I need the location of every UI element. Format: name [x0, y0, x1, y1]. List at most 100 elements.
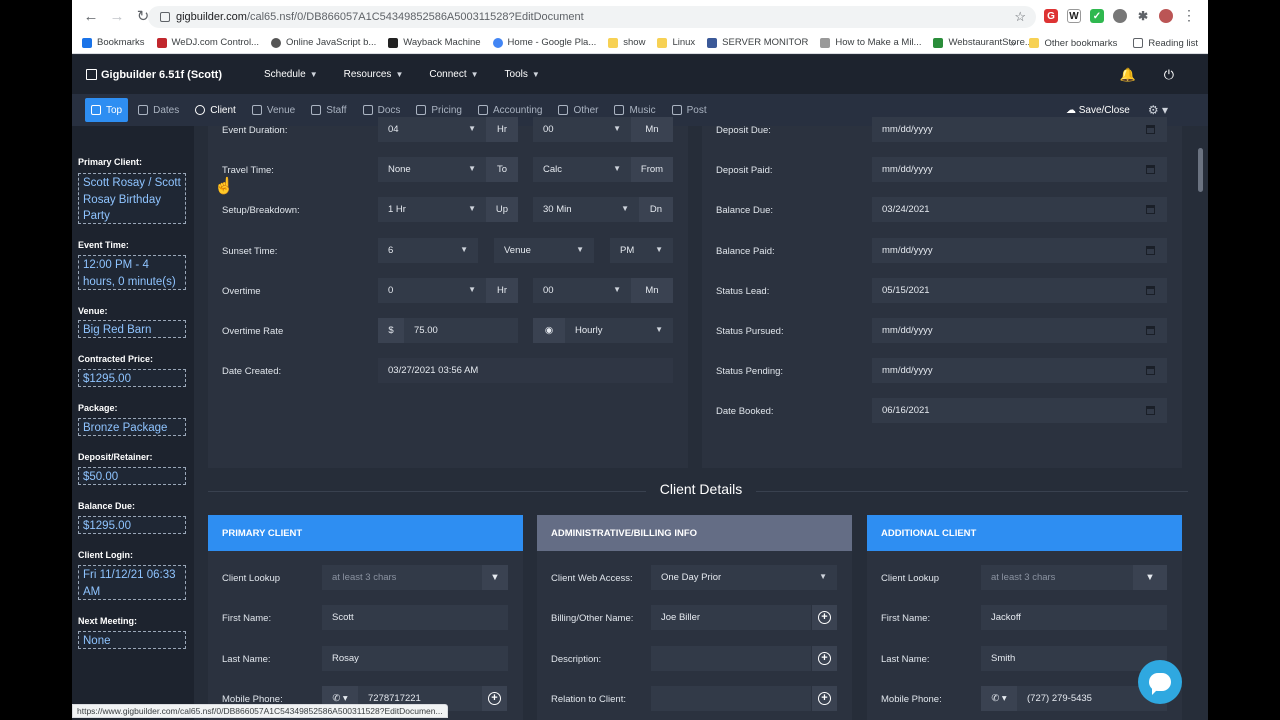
bookmark-folder[interactable]: show: [608, 37, 645, 48]
setup-dn-select[interactable]: 30 Min ▼: [533, 197, 639, 222]
chevron-down-icon[interactable]: ▼: [482, 565, 508, 590]
overtime-hours-select[interactable]: 0 ▼: [378, 278, 486, 303]
balance-due-label: Balance Due:: [78, 501, 136, 511]
scrollbar-thumb[interactable]: [1198, 148, 1203, 192]
bookmark-item[interactable]: Wayback Machine: [388, 37, 481, 48]
bookmark-item[interactable]: How to Make a Mil...: [820, 37, 921, 48]
reading-list-button[interactable]: Reading list: [1133, 38, 1198, 49]
bookmark-star-icon[interactable]: ☆: [1014, 9, 1026, 25]
deposit-due-input[interactable]: mm/dd/yyyy: [872, 117, 1167, 142]
save-close-button[interactable]: ☁ Save/Close: [1066, 105, 1130, 116]
primary-client-value[interactable]: Scott Rosay / Scott Rosay Birthday Party: [78, 173, 186, 224]
menu-schedule[interactable]: Schedule ▼: [264, 69, 318, 80]
web-access-select[interactable]: One Day Prior ▼: [651, 565, 837, 590]
balance-due-input[interactable]: 03/24/2021: [872, 197, 1167, 222]
bookmark-folder[interactable]: Linux: [657, 37, 695, 48]
chevron-down-icon[interactable]: ▼: [1133, 565, 1167, 590]
calendar-icon[interactable]: [1146, 406, 1155, 415]
calendar-icon[interactable]: [1146, 125, 1155, 134]
calendar-icon[interactable]: [1146, 205, 1155, 214]
menu-connect[interactable]: Connect ▼: [429, 69, 478, 80]
wikipedia-icon[interactable]: W: [1067, 9, 1081, 23]
first-name-input[interactable]: Jackoff: [981, 605, 1167, 630]
relation-input[interactable]: [651, 686, 811, 711]
balance-due-value[interactable]: $1295.00: [78, 516, 186, 534]
deposit-value[interactable]: $50.00: [78, 467, 186, 485]
package-value[interactable]: Bronze Package: [78, 418, 186, 436]
first-name-input[interactable]: Scott: [322, 605, 508, 630]
reading-list-icon: [1133, 38, 1144, 48]
add-relation-button[interactable]: +: [812, 686, 837, 711]
status-lead-input[interactable]: 05/15/2021: [872, 278, 1167, 303]
venue-value[interactable]: Big Red Barn: [78, 320, 186, 338]
overtime-minutes-select[interactable]: 00 ▼: [533, 278, 631, 303]
shield-icon[interactable]: ✓: [1090, 9, 1104, 23]
app-brand[interactable]: Gigbuilder 6.51f (Scott): [86, 69, 222, 81]
other-bookmarks-folder[interactable]: Other bookmarks: [1029, 38, 1117, 49]
tab-dates[interactable]: Dates: [132, 98, 185, 122]
date-booked-input[interactable]: 06/16/2021: [872, 398, 1167, 423]
back-button[interactable]: ←: [80, 5, 102, 27]
last-name-input[interactable]: Rosay: [322, 646, 508, 671]
overtime-rate-input[interactable]: 75.00: [404, 318, 518, 343]
add-description-button[interactable]: +: [812, 646, 837, 671]
travel-to-select[interactable]: None ▼: [378, 157, 486, 182]
duration-minutes-select[interactable]: 00 ▼: [533, 117, 631, 142]
bookmark-item[interactable]: SERVER MONITOR: [707, 37, 808, 48]
power-icon[interactable]: ⏻: [1164, 67, 1174, 83]
tab-top[interactable]: Top: [85, 98, 129, 122]
client-lookup-input[interactable]: at least 3 chars: [981, 565, 1133, 590]
settings-gear-icon[interactable]: ⚙ ▾: [1148, 103, 1168, 117]
bookmark-item[interactable]: Online JavaScript b...: [270, 37, 376, 48]
add-billing-button[interactable]: +: [812, 605, 837, 630]
bookmark-item[interactable]: Home - Google Pla...: [492, 37, 596, 48]
tab-staff[interactable]: Staff: [305, 98, 352, 122]
browser-menu-icon[interactable]: ⋮: [1182, 7, 1196, 24]
select-value: PM: [620, 245, 635, 256]
client-login-value[interactable]: Fri 11/12/21 06:33 AM: [78, 565, 186, 600]
tab-venue[interactable]: Venue: [246, 98, 301, 122]
bookmark-item[interactable]: Bookmarks: [82, 37, 145, 48]
client-lookup-input[interactable]: at least 3 chars: [322, 565, 482, 590]
event-time-value[interactable]: 12:00 PM - 4 hours, 0 minute(s): [78, 255, 186, 290]
address-bar[interactable]: gigbuilder.com/cal65.nsf/0/DB866057A1C54…: [148, 6, 1036, 28]
chat-widget-button[interactable]: [1138, 660, 1182, 704]
date-value: mm/dd/yyyy: [882, 365, 933, 376]
next-meeting-value[interactable]: None: [78, 631, 186, 649]
menu-tools[interactable]: Tools ▼: [505, 69, 540, 80]
travel-from-select[interactable]: Calc ▼: [533, 157, 631, 182]
clock-icon[interactable]: [1113, 9, 1127, 23]
status-pending-input[interactable]: mm/dd/yyyy: [872, 358, 1167, 383]
description-input[interactable]: [651, 646, 811, 671]
add-phone-button[interactable]: +: [482, 686, 507, 711]
calendar-icon[interactable]: [1146, 165, 1155, 174]
status-pursued-input[interactable]: mm/dd/yyyy: [872, 318, 1167, 343]
calendar-icon[interactable]: [1146, 246, 1155, 255]
puzzle-icon[interactable]: ✱: [1136, 9, 1150, 23]
calendar-icon[interactable]: [1146, 366, 1155, 375]
calendar-icon[interactable]: [1146, 326, 1155, 335]
bookmark-item[interactable]: WeDJ.com Control...: [156, 37, 259, 48]
bookmarks-overflow-button[interactable]: »: [1010, 38, 1015, 49]
sunset-hour-select[interactable]: 6 ▼: [378, 238, 478, 263]
hr-addon: Hr: [486, 117, 518, 142]
avatar[interactable]: [1159, 9, 1173, 23]
contracted-price-value[interactable]: $1295.00: [78, 369, 186, 387]
overtime-period-select[interactable]: Hourly ▼: [565, 318, 673, 343]
last-name-input[interactable]: Smith: [981, 646, 1167, 671]
balance-paid-input[interactable]: mm/dd/yyyy: [872, 238, 1167, 263]
bell-icon[interactable]: 🔔: [1120, 67, 1136, 83]
duration-hours-select[interactable]: 04 ▼: [378, 117, 486, 142]
grammarly-icon[interactable]: G: [1044, 9, 1058, 23]
phone-type-select[interactable]: ✆ ▾: [981, 686, 1017, 711]
billing-name-input[interactable]: Joe Biller: [651, 605, 811, 630]
calendar-icon[interactable]: [1146, 286, 1155, 295]
setup-up-select[interactable]: 1 Hr ▼: [378, 197, 486, 222]
select-value: 0: [388, 285, 394, 296]
sunset-place-select[interactable]: Venue ▼: [494, 238, 594, 263]
menu-resources[interactable]: Resources ▼: [344, 69, 404, 80]
sunset-ampm-select[interactable]: PM ▼: [610, 238, 673, 263]
tab-client[interactable]: Client: [189, 98, 242, 122]
forward-button[interactable]: →: [106, 5, 128, 27]
deposit-paid-input[interactable]: mm/dd/yyyy: [872, 157, 1167, 182]
